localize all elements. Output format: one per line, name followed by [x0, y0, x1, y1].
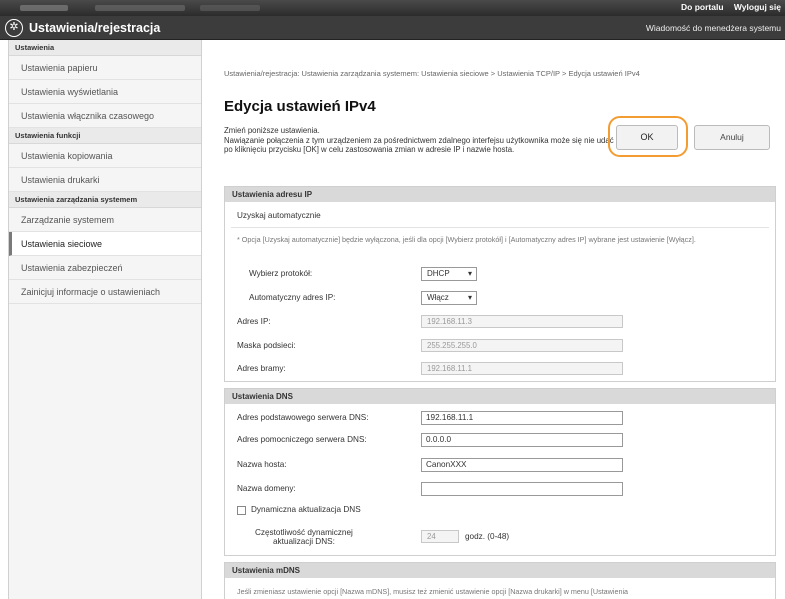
blurred-text [95, 5, 185, 11]
sidebar: Ustawienia Ustawienia papieru Ustawienia… [8, 40, 202, 599]
chevron-down-icon: ▾ [467, 293, 472, 302]
sidebar-item-system-management[interactable]: Zarządzanie systemem [9, 208, 201, 232]
auto-ip-value: Włącz [427, 293, 449, 302]
sidebar-item-copy[interactable]: Ustawienia kopiowania [9, 144, 201, 168]
top-links: Do portalu Wyloguj się [673, 2, 781, 12]
dns-section-title: Ustawienia DNS [225, 389, 775, 404]
dns-interval-unit: godz. (0-48) [465, 532, 510, 541]
page-title: Edycja ustawień IPv4 [224, 98, 376, 115]
ok-button[interactable]: OK [616, 125, 678, 150]
dns-interval-label-line1: Częstotliwość dynamicznej [255, 528, 353, 537]
admin-message-link[interactable]: Wiadomość do menedżera systemu [646, 23, 781, 33]
auto-obtain-label: Uzyskaj automatycznie [237, 211, 321, 220]
sidebar-section-functions: Ustawienia funkcji [9, 128, 201, 144]
settings-icon: ✲ [5, 19, 23, 37]
gateway-field[interactable]: 192.168.11.1 [421, 362, 623, 375]
protocol-value: DHCP [427, 269, 450, 278]
sidebar-item-paper[interactable]: Ustawienia papieru [9, 56, 201, 80]
sidebar-item-security[interactable]: Ustawienia zabezpieczeń [9, 256, 201, 280]
blurred-text [200, 5, 260, 11]
sidebar-item-printer[interactable]: Ustawienia drukarki [9, 168, 201, 192]
blurred-logo [20, 5, 68, 11]
ip-section-title: Ustawienia adresu IP [225, 187, 775, 202]
secondary-dns-label: Adres pomocniczego serwera DNS: [237, 435, 367, 444]
subnet-mask-label: Maska podsieci: [237, 341, 296, 350]
dns-settings-section: Ustawienia DNS Adres podstawowego serwer… [224, 388, 776, 556]
portal-link[interactable]: Do portalu [681, 2, 724, 12]
logout-link[interactable]: Wyloguj się [734, 2, 781, 12]
ip-address-label: Adres IP: [237, 317, 271, 326]
primary-dns-label: Adres podstawowego serwera DNS: [237, 413, 369, 422]
sidebar-item-display[interactable]: Ustawienia wyświetlania [9, 80, 201, 104]
top-bar: Do portalu Wyloguj się [0, 0, 785, 16]
domain-name-field[interactable] [421, 482, 623, 496]
host-name-field[interactable]: CanonXXX [421, 458, 623, 472]
dns-interval-label: Częstotliwość dynamicznej aktualizacji D… [255, 528, 353, 546]
gateway-label: Adres bramy: [237, 364, 286, 373]
mdns-section-title: Ustawienia mDNS [225, 563, 775, 578]
dynamic-dns-label: Dynamiczna aktualizacja DNS [251, 505, 361, 514]
sidebar-item-timer[interactable]: Ustawienia włącznika czasowego [9, 104, 201, 128]
sidebar-section-system: Ustawienia zarządzania systemem [9, 192, 201, 208]
sidebar-item-network[interactable]: Ustawienia sieciowe [9, 232, 201, 256]
breadcrumb: Ustawienia/rejestracja: Ustawienia zarzą… [224, 69, 640, 78]
protocol-select[interactable]: DHCP ▾ [421, 267, 477, 281]
host-name-label: Nazwa hosta: [237, 460, 287, 469]
domain-name-label: Nazwa domeny: [237, 484, 296, 493]
ip-address-field[interactable]: 192.168.11.3 [421, 315, 623, 328]
mdns-note: Jeśli zmieniasz ustawienie opcji [Nazwa … [237, 587, 629, 596]
dynamic-dns-checkbox[interactable] [237, 506, 246, 515]
sidebar-section-settings: Ustawienia [9, 40, 201, 56]
ip-settings-section: Ustawienia adresu IP Uzyskaj automatyczn… [224, 186, 776, 382]
dns-interval-label-line2: aktualizacji DNS: [272, 537, 335, 546]
auto-obtain-note: * Opcja [Uzyskaj automatycznie] będzie w… [237, 235, 696, 244]
header: ✲ Ustawienia/rejestracja Wiadomość do me… [0, 16, 785, 40]
primary-dns-field[interactable]: 192.168.11.1 [421, 411, 623, 425]
sidebar-item-initialize[interactable]: Zainicjuj informacje o ustawieniach [9, 280, 201, 304]
auto-ip-select[interactable]: Włącz ▾ [421, 291, 477, 305]
divider [231, 227, 769, 228]
auto-ip-label: Automatyczny adres IP: [249, 293, 336, 302]
chevron-down-icon: ▾ [467, 269, 472, 278]
protocol-label: Wybierz protokół: [249, 269, 313, 278]
page-description: Zmień poniższe ustawienia. Nawiązanie po… [224, 126, 614, 154]
dns-interval-field[interactable]: 24 [421, 530, 459, 543]
cancel-button[interactable]: Anuluj [694, 125, 770, 150]
app-title: Ustawienia/rejestracja [29, 21, 161, 35]
mdns-settings-section: Ustawienia mDNS Jeśli zmieniasz ustawien… [224, 562, 776, 599]
subnet-mask-field[interactable]: 255.255.255.0 [421, 339, 623, 352]
secondary-dns-field[interactable]: 0.0.0.0 [421, 433, 623, 447]
